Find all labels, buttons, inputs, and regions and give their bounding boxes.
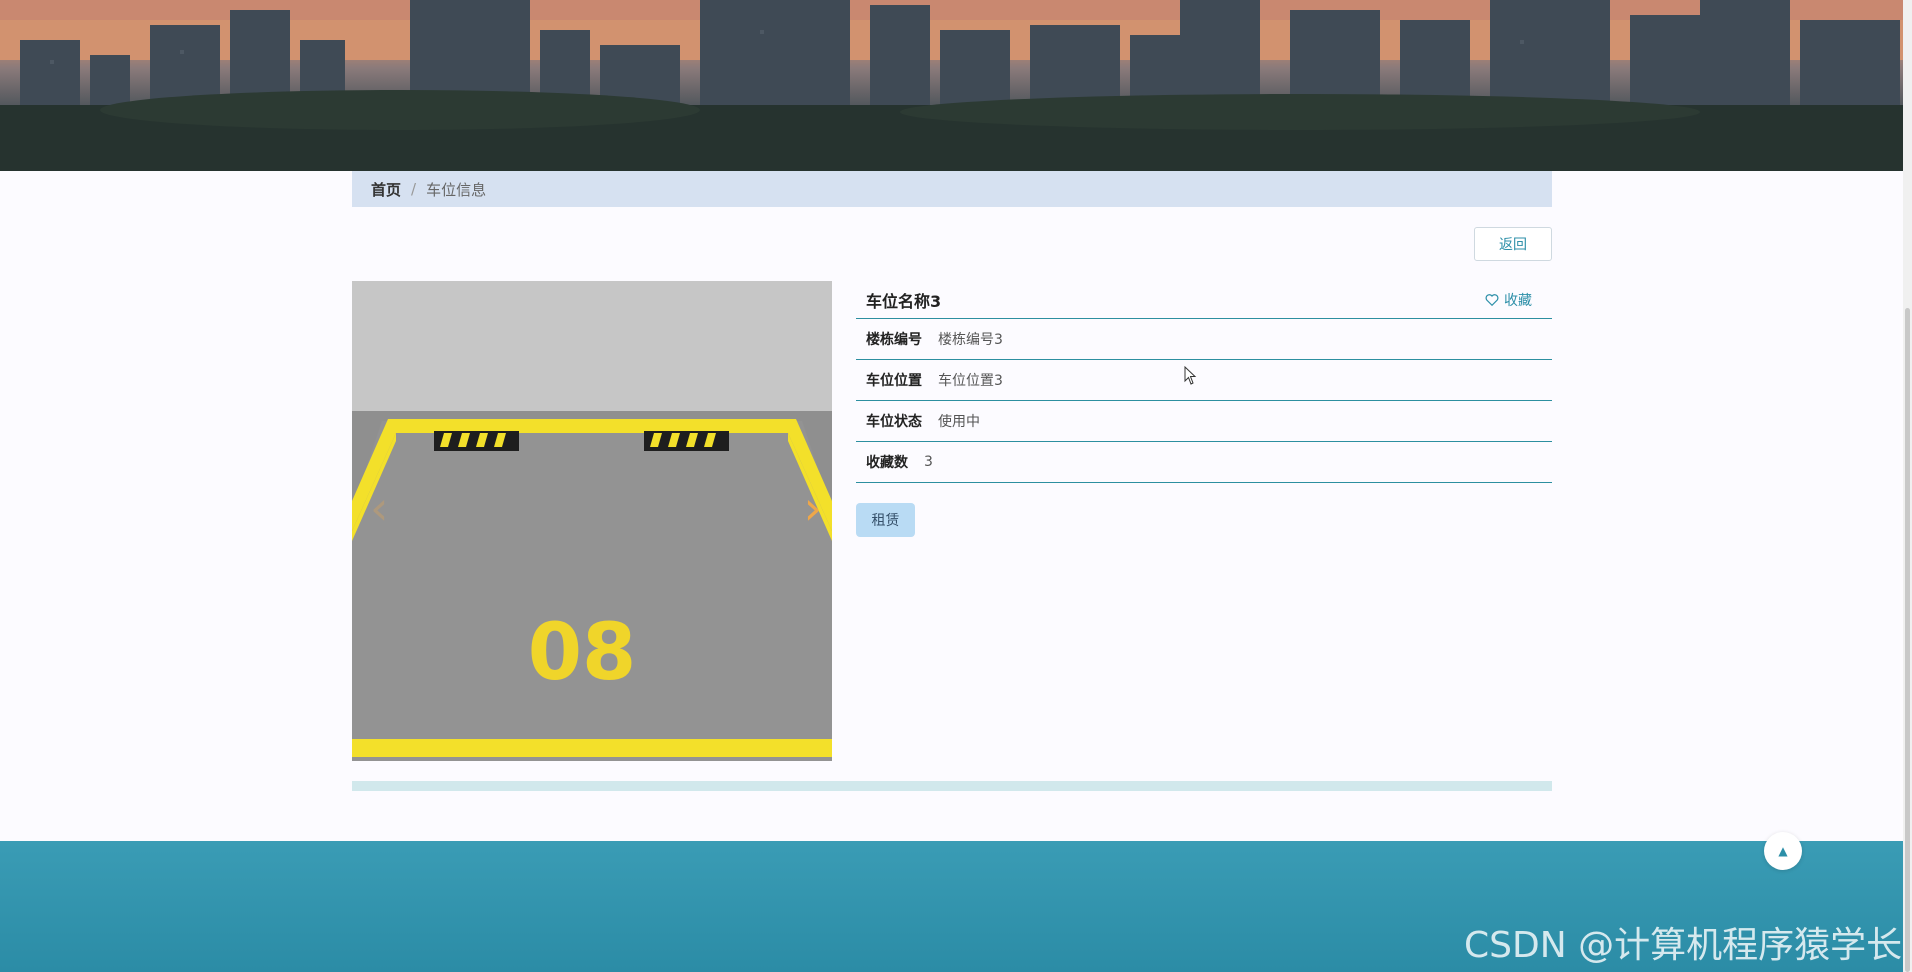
favorite-label: 收藏 (1504, 292, 1532, 309)
scrollbar-thumb[interactable] (1905, 308, 1910, 972)
breadcrumb-home-link[interactable]: 首页 (371, 179, 401, 200)
detail-value: 使用中 (938, 414, 980, 430)
parking-spot-image: 08 (352, 281, 832, 761)
detail-label: 车位位置 (866, 373, 922, 389)
detail-row-status: 车位状态 使用中 (856, 401, 1552, 442)
mouse-cursor-icon (1184, 366, 1197, 385)
parking-number-label: 08 (528, 608, 637, 698)
breadcrumb-separator: / (411, 180, 417, 198)
detail-value: 3 (924, 454, 933, 470)
parking-detail-panel: 车位名称3 收藏 楼栋编号 楼栋编号3 车位位置 车位位置3 车位状态 使用中 … (856, 281, 1552, 483)
breadcrumb: 首页 / 车位信息 (352, 171, 1552, 207)
detail-row-building: 楼栋编号 楼栋编号3 (856, 319, 1552, 360)
parking-title: 车位名称3 (866, 291, 942, 311)
parking-image-carousel[interactable]: 08 ‹ › (352, 281, 832, 761)
header-banner (0, 0, 1903, 171)
back-button[interactable]: 返回 (1474, 227, 1552, 261)
detail-row-location: 车位位置 车位位置3 (856, 360, 1552, 401)
caret-up-icon: ▲ (1778, 844, 1788, 858)
city-skyline-image (0, 0, 1903, 171)
detail-value: 楼栋编号3 (938, 332, 1003, 348)
back-to-top-button[interactable]: ▲ (1764, 832, 1802, 870)
chevron-left-icon[interactable]: ‹ (370, 481, 388, 535)
heart-icon (1485, 293, 1499, 306)
chevron-right-icon[interactable]: › (804, 481, 822, 535)
detail-value: 车位位置3 (938, 373, 1003, 389)
content-divider (352, 781, 1552, 791)
breadcrumb-current: 车位信息 (426, 180, 487, 199)
rent-button[interactable]: 租赁 (856, 503, 915, 537)
watermark: CSDN @计算机程序猿学长 (1464, 925, 1903, 966)
detail-label: 收藏数 (866, 455, 908, 471)
detail-title-row: 车位名称3 收藏 (856, 281, 1552, 319)
detail-row-favorites: 收藏数 3 (856, 442, 1552, 483)
detail-label: 车位状态 (866, 414, 922, 430)
detail-label: 楼栋编号 (866, 332, 922, 348)
favorite-button[interactable]: 收藏 (1485, 290, 1532, 310)
